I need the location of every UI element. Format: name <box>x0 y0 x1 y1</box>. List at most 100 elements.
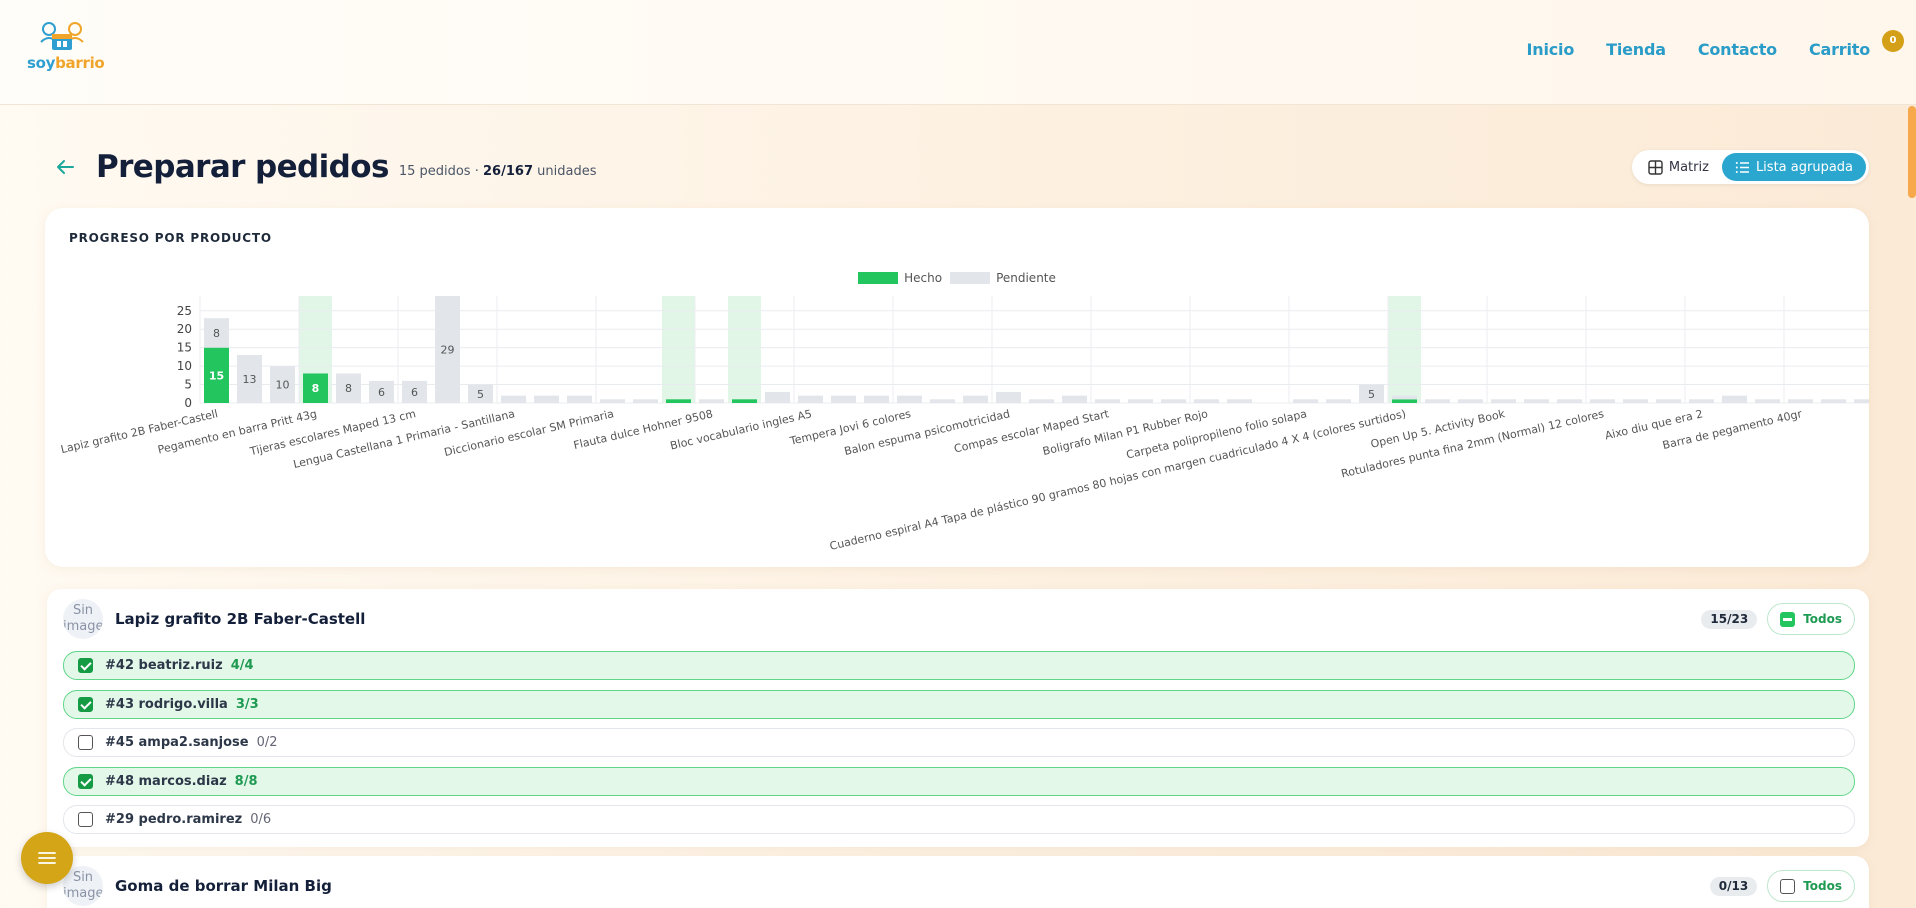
bar-data-label: 8 <box>312 382 320 395</box>
nav-inicio[interactable]: Inicio <box>1527 40 1575 59</box>
bar-pending <box>1689 399 1714 403</box>
order-checkbox[interactable] <box>78 735 93 750</box>
nav-contacto[interactable]: Contacto <box>1698 40 1777 59</box>
product-group-header: Sin imagen Goma de borrar Milan Big 0/13… <box>63 866 1855 906</box>
order-label: #29 pedro.ramirez <box>105 812 243 827</box>
y-tick-label: 10 <box>177 359 192 373</box>
order-checkbox[interactable] <box>78 812 93 827</box>
y-tick-label: 25 <box>177 304 192 318</box>
units-label: unidades <box>537 163 597 179</box>
menu-icon <box>38 852 56 864</box>
complete-band <box>1388 296 1421 403</box>
bar-pending <box>1062 395 1087 403</box>
order-label: #45 ampa2.sanjose <box>105 735 249 750</box>
product-group-header: Sin imagen Lapiz grafito 2B Faber-Castel… <box>63 599 1855 639</box>
order-checkbox[interactable] <box>78 773 93 789</box>
bar-pending <box>699 399 724 403</box>
y-tick-label: 15 <box>177 341 192 355</box>
order-row[interactable]: #48 marcos.diaz 8/8 <box>63 766 1855 796</box>
cart-count-badge: 0 <box>1882 30 1904 52</box>
subtitle-separator: · <box>474 163 479 179</box>
order-row[interactable]: #42 beatriz.ruiz 4/4 <box>63 651 1855 680</box>
order-count: 0/6 <box>250 812 272 827</box>
order-row[interactable]: #43 rodrigo.villa 3/3 <box>63 689 1855 719</box>
bar-pending <box>1755 399 1780 403</box>
bar-pending <box>1590 399 1615 403</box>
order-count: 3/3 <box>235 696 259 712</box>
order-label: #48 marcos.diaz <box>105 773 227 789</box>
bar-pending <box>996 391 1021 403</box>
bar-pending <box>1491 399 1516 403</box>
bar-data-label: 15 <box>209 369 224 382</box>
nav-tienda[interactable]: Tienda <box>1606 40 1666 59</box>
order-count: 8/8 <box>234 773 258 789</box>
product-thumbnail: Sin imagen <box>63 599 103 639</box>
select-all-checkbox <box>1780 878 1796 894</box>
progress-chart-card: PROGRESO POR PRODUCTO Hecho Pendiente 05… <box>45 208 1869 567</box>
order-label: #42 beatriz.ruiz <box>105 658 223 673</box>
menu-fab-button[interactable] <box>21 832 73 884</box>
order-row[interactable]: #29 pedro.ramirez 0/6 <box>63 805 1855 834</box>
x-category-label: Balon espuma psicomotricidad <box>843 407 1011 458</box>
brand-name-part2: barrio <box>55 54 105 72</box>
nav-carrito[interactable]: Carrito <box>1809 40 1870 59</box>
brand-logo[interactable]: soybarrio <box>27 20 105 76</box>
bar-data-label: 29 <box>441 344 455 357</box>
bar-pending <box>1392 395 1417 400</box>
x-category-label: Diccionario escolar SM Primaria <box>443 407 615 459</box>
scrollbar-thumb[interactable] <box>1908 106 1916 198</box>
view-grouped-button[interactable]: Lista agrupada <box>1721 153 1866 181</box>
select-all-button[interactable]: Todos <box>1767 603 1855 635</box>
bar-pending <box>1095 399 1120 403</box>
bar-pending <box>831 395 856 403</box>
bar-pending <box>1194 399 1219 403</box>
y-tick-label: 20 <box>177 322 192 336</box>
order-checkbox[interactable] <box>78 658 93 673</box>
y-tick-label: 5 <box>184 378 192 392</box>
view-matrix-button[interactable]: Matriz <box>1635 153 1722 181</box>
select-all-label: Todos <box>1803 612 1842 626</box>
y-tick-label: 0 <box>184 396 192 410</box>
bar-data-label: 5 <box>1368 388 1375 401</box>
bar-pending <box>1722 395 1747 403</box>
order-count: 4/4 <box>230 658 254 673</box>
bar-pending <box>1293 399 1318 403</box>
arrow-left-icon[interactable] <box>54 156 76 178</box>
select-all-checkbox <box>1780 611 1796 627</box>
bar-done <box>666 399 691 403</box>
brand-name: soybarrio <box>27 54 105 72</box>
bar-pending <box>1227 399 1252 403</box>
progress-bar-chart: 0 5 10 15 20 25 8 15 13 10 8 8 6 6 29 5 5 Lapiz grafito 2… <box>59 296 1869 553</box>
bar-pending <box>765 391 790 403</box>
site-header: soybarrio Inicio Tienda Contacto Carrito… <box>0 0 1916 105</box>
bar-pending <box>1326 399 1351 403</box>
order-checkbox[interactable] <box>78 696 93 712</box>
storefront-logo-icon <box>40 22 84 50</box>
bar-pending <box>963 395 988 403</box>
bar-pending <box>633 399 658 403</box>
bar-data-label: 8 <box>345 382 352 395</box>
main-nav: Inicio Tienda Contacto Carrito <box>1527 40 1871 59</box>
bar-data-label: 6 <box>411 386 418 399</box>
bar-pending <box>864 395 889 403</box>
order-label: #43 rodrigo.villa <box>105 696 228 712</box>
select-all-button[interactable]: Todos <box>1767 870 1855 902</box>
complete-band <box>662 296 695 403</box>
bar-pending <box>1161 399 1186 403</box>
product-count-pill: 15/23 <box>1701 609 1758 629</box>
bar-data-label: 5 <box>477 388 484 401</box>
bar-data-label: 6 <box>378 386 385 399</box>
product-name: Goma de borrar Milan Big <box>115 877 332 895</box>
list-icon <box>1735 161 1749 173</box>
page-title-row: Preparar pedidos 15 pedidos · 26/167 uni… <box>54 145 596 189</box>
bar-pending <box>534 395 559 403</box>
bar-done <box>732 399 757 403</box>
bar-data-label: 13 <box>243 373 257 386</box>
bar-pending <box>1029 399 1054 403</box>
bar-pending <box>798 395 823 403</box>
complete-band <box>728 296 761 403</box>
order-row[interactable]: #45 ampa2.sanjose 0/2 <box>63 728 1855 757</box>
bar-pending <box>1821 399 1846 403</box>
order-count: 0/2 <box>256 735 278 750</box>
bar-pending <box>600 399 625 403</box>
